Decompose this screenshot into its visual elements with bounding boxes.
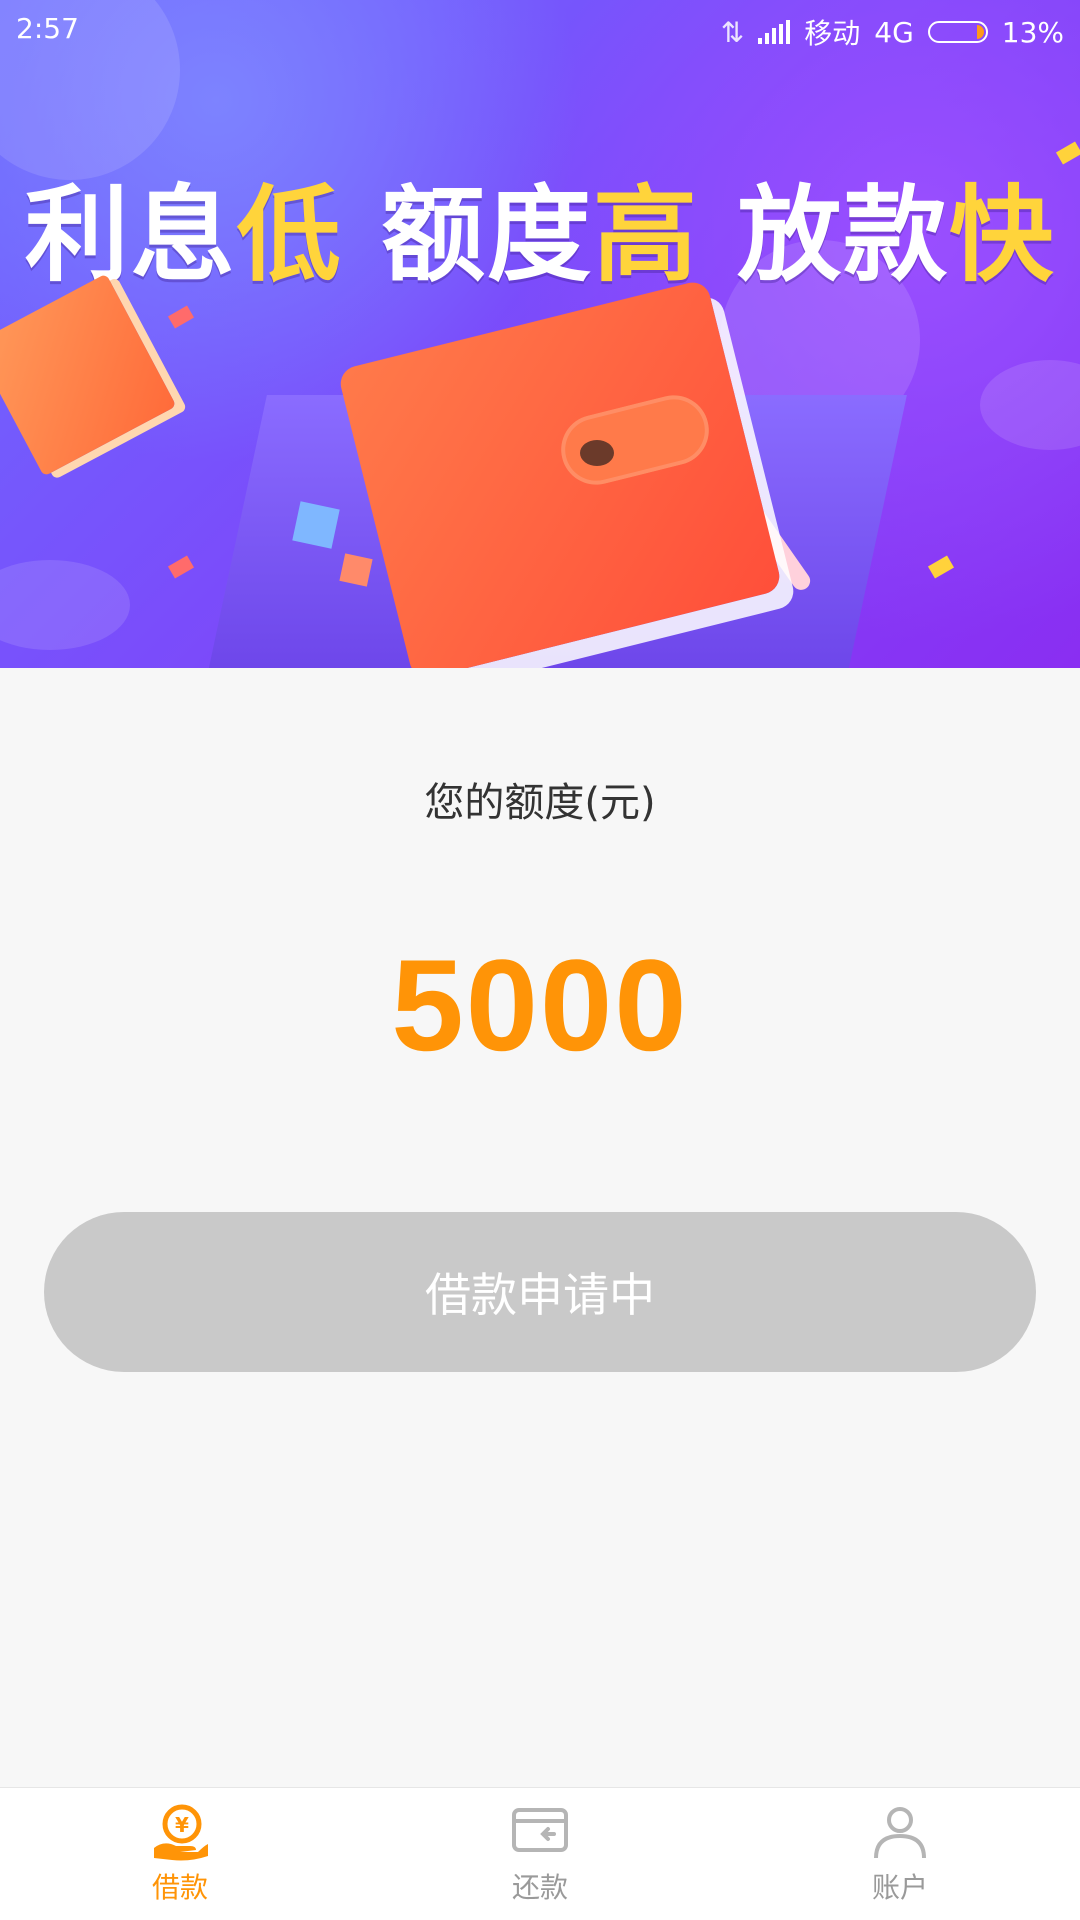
headline-part: 额度 xyxy=(342,174,593,296)
signal-icon xyxy=(758,20,791,44)
network-type: 4G xyxy=(874,15,914,49)
confetti-decor xyxy=(167,305,195,329)
headline-part: 利息 xyxy=(24,174,237,296)
account-person-icon xyxy=(874,1807,926,1859)
battery-percent: 13% xyxy=(1001,15,1064,49)
repay-card-icon xyxy=(512,1808,568,1852)
tab-label: 还款 xyxy=(511,1871,568,1904)
credit-limit-label: 您的额度(元) xyxy=(424,780,656,826)
battery-icon xyxy=(927,21,988,43)
carrier-name: 移动 xyxy=(804,17,861,50)
headline-highlight: 低 xyxy=(236,174,343,296)
headline-part: 放款 xyxy=(699,174,950,296)
loan-apply-button[interactable]: 借款申请中 xyxy=(44,1212,1036,1372)
confetti-decor xyxy=(167,555,195,579)
headline-highlight: 快 xyxy=(949,174,1056,296)
svg-text:¥: ¥ xyxy=(175,1813,189,1837)
tab-label: 借款 xyxy=(151,1871,208,1904)
tab-label: 账户 xyxy=(871,1871,928,1904)
wallet-button-illustration xyxy=(580,440,614,466)
tab-repay[interactable]: 还款 xyxy=(360,1788,720,1920)
tab-loan[interactable]: ¥ 借款 xyxy=(0,1788,360,1920)
credit-limit-amount: 5000 xyxy=(391,932,689,1078)
tab-account[interactable]: 账户 xyxy=(720,1788,1080,1920)
loan-coin-hand-icon: ¥ xyxy=(154,1804,208,1861)
status-indicators: ⇅ 移动 4G 13% xyxy=(721,12,1064,52)
status-time: 2:57 xyxy=(16,12,79,45)
headline-highlight: 高 xyxy=(593,174,700,296)
confetti-decor xyxy=(927,555,955,579)
book-illustration xyxy=(0,273,177,477)
decor-cloud xyxy=(0,560,130,650)
cube-illustration xyxy=(339,553,373,587)
data-transfer-icon: ⇅ xyxy=(720,15,745,49)
bottom-tab-bar: ¥ 借款 还款 账户 xyxy=(0,1787,1080,1920)
status-bar: 2:57 ⇅ 移动 4G 13% xyxy=(0,0,1080,56)
promo-banner[interactable]: 2:57 ⇅ 移动 4G 13% 利息低 额度高 放款快 xyxy=(0,0,1080,668)
decor-cloud xyxy=(980,360,1080,450)
banner-headline: 利息低 额度高 放款快 xyxy=(0,150,1080,301)
cube-illustration xyxy=(292,501,340,549)
